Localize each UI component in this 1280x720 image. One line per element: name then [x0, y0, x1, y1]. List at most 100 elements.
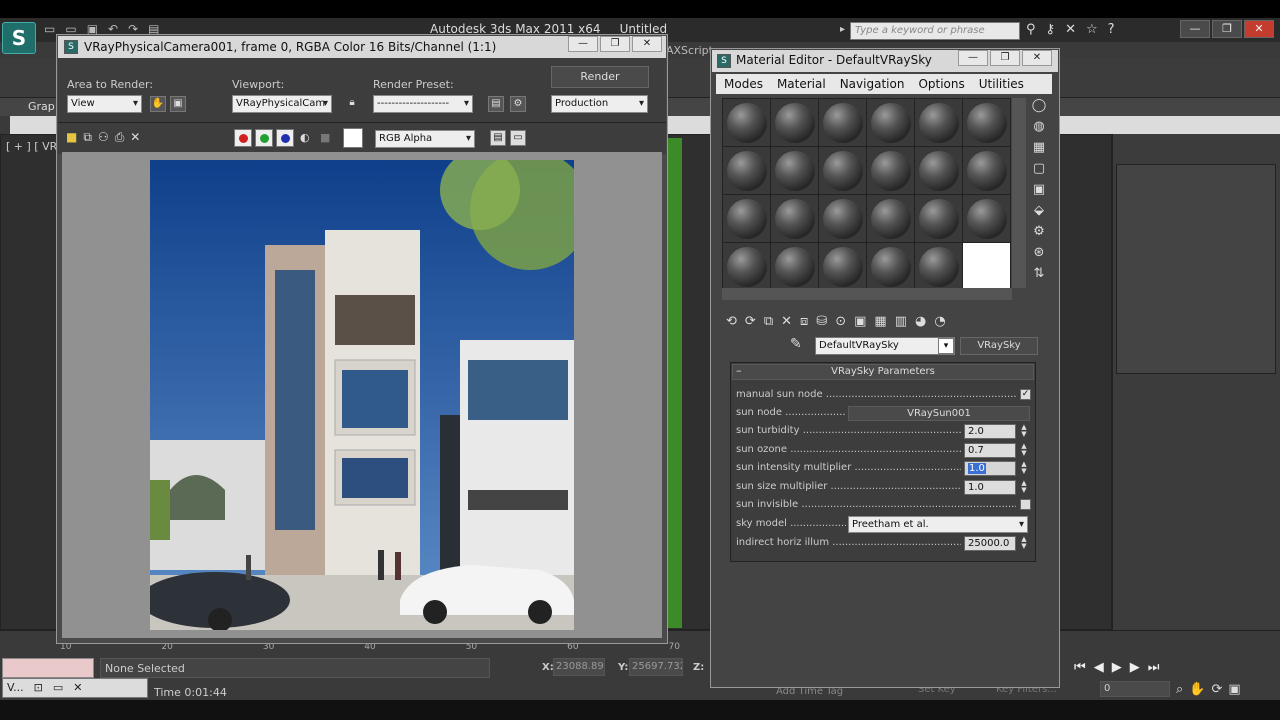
environment-icon[interactable]: ⚙	[510, 96, 526, 112]
material-slot[interactable]	[723, 195, 770, 242]
toggle-ui-overlay-icon[interactable]: ▤	[490, 130, 506, 146]
make-preview-icon[interactable]: ⬙	[1034, 203, 1044, 218]
close-button[interactable]: ✕	[1244, 20, 1274, 38]
spinner-icon[interactable]: ▲ ▼	[1019, 536, 1029, 551]
sun-node-button[interactable]: VRaySun001	[848, 406, 1030, 421]
viewport-label[interactable]: [ + ] [ VR	[6, 140, 57, 153]
minimize-button[interactable]: —	[1180, 20, 1210, 38]
star-icon[interactable]: ☆	[1086, 22, 1098, 37]
app-logo-icon[interactable]: S	[2, 22, 36, 54]
slot-scrollbar-horizontal[interactable]	[722, 288, 1012, 300]
material-slot[interactable]	[771, 243, 818, 290]
y-coordinate-field[interactable]: 25697.732	[629, 658, 683, 676]
clone-window-icon[interactable]: ⚇	[98, 130, 109, 145]
material-type-button[interactable]: VRaySky	[960, 337, 1038, 355]
sample-type-icon[interactable]: ◯	[1032, 98, 1047, 113]
sun-ozone-field[interactable]: 0.7	[964, 443, 1016, 458]
go-to-sibling-icon[interactable]: ◔	[934, 314, 945, 329]
material-slot[interactable]	[915, 243, 962, 290]
background-icon[interactable]: ▦	[1033, 140, 1045, 155]
go-to-parent-icon[interactable]: ▥	[895, 314, 907, 329]
material-slot[interactable]	[819, 243, 866, 290]
new-file-icon[interactable]: ▭	[44, 22, 55, 36]
maximize-viewport-icon[interactable]: ▣	[1228, 682, 1240, 697]
blue-channel-toggle[interactable]	[276, 129, 294, 147]
render-preset-dropdown[interactable]: --------------------	[373, 95, 473, 113]
material-name-dropdown-arrow[interactable]: ▾	[938, 338, 954, 354]
assign-to-selection-icon[interactable]: ⧉	[764, 314, 773, 329]
maximize-icon[interactable]: ▭	[53, 681, 63, 695]
red-channel-toggle[interactable]	[234, 129, 252, 147]
goto-end-icon[interactable]: ⏭	[1148, 660, 1160, 675]
menu-material[interactable]: Material	[777, 77, 826, 91]
sun-turbidity-field[interactable]: 2.0	[964, 424, 1016, 439]
swatch[interactable]	[343, 128, 363, 148]
toggle-ui-icon[interactable]: ▭	[510, 130, 526, 146]
material-slot[interactable]	[915, 99, 962, 146]
key-icon[interactable]: ⚷	[1046, 22, 1056, 37]
material-slot[interactable]	[723, 147, 770, 194]
pan-icon[interactable]: ✋	[1189, 682, 1205, 697]
show-end-result-icon[interactable]: ▦	[874, 314, 886, 329]
material-slot[interactable]	[867, 243, 914, 290]
material-slot[interactable]	[819, 195, 866, 242]
channel-display-dropdown[interactable]: RGB Alpha	[375, 130, 475, 148]
menu-utilities[interactable]: Utilities	[979, 77, 1024, 91]
material-slot[interactable]	[963, 147, 1010, 194]
select-by-material-icon[interactable]: ⊛	[1034, 245, 1045, 260]
sun-intensity-multiplier-field[interactable]: 1.0	[964, 461, 1016, 476]
video-color-check-icon[interactable]: ▣	[1033, 182, 1045, 197]
reset-map-icon[interactable]: ✕	[781, 314, 792, 329]
maxscript-listener-mini[interactable]	[2, 658, 94, 678]
slot-scrollbar-vertical[interactable]	[1012, 98, 1026, 288]
lock-icon[interactable]: 🔒︎	[344, 96, 360, 112]
material-map-navigator-icon[interactable]: ⇅	[1034, 266, 1045, 281]
material-slot[interactable]	[963, 195, 1010, 242]
material-editor-close[interactable]: ✕	[1022, 50, 1052, 66]
area-to-render-dropdown[interactable]: View	[67, 95, 142, 113]
sky-model-dropdown[interactable]: Preetham et al.	[848, 516, 1028, 533]
sun-invisible-checkbox[interactable]	[1020, 499, 1031, 510]
go-forward-sibling-icon[interactable]: ◕	[915, 314, 926, 329]
show-shaded-icon[interactable]: ▣	[854, 314, 866, 329]
monochrome-icon[interactable]: ■	[320, 131, 330, 144]
material-slot[interactable]	[963, 99, 1010, 146]
clear-icon[interactable]: ✕	[130, 130, 140, 145]
render-window-maximize[interactable]: ❐	[600, 36, 630, 52]
print-icon[interactable]: ⎙	[115, 130, 125, 145]
spinner-icon[interactable]: ▲ ▼	[1019, 480, 1029, 495]
save-image-icon[interactable]: ■	[66, 130, 77, 145]
current-frame-field[interactable]: 0	[1100, 681, 1170, 697]
menu-modes[interactable]: Modes	[724, 77, 763, 91]
render-button[interactable]: Render	[551, 66, 649, 88]
manual-sun-node-checkbox[interactable]: ✓	[1020, 389, 1031, 400]
material-editor-maximize[interactable]: ❐	[990, 50, 1020, 66]
options-icon[interactable]: ⚙	[1033, 224, 1045, 239]
material-slot[interactable]	[915, 195, 962, 242]
render-setup-icon[interactable]: ▤	[488, 96, 504, 112]
edit-region-icon[interactable]: ✋	[150, 96, 166, 112]
restore-icon[interactable]: ⊡	[34, 681, 43, 695]
zoom-icon[interactable]: ⌕	[1176, 682, 1183, 697]
spinner-icon[interactable]: ▲ ▼	[1019, 461, 1029, 476]
render-window-minimize[interactable]: —	[568, 36, 598, 52]
get-material-icon[interactable]: ⟲	[726, 314, 737, 329]
material-slot[interactable]	[723, 99, 770, 146]
sun-size-multiplier-field[interactable]: 1.0	[964, 480, 1016, 495]
play-icon[interactable]: ▶	[1112, 660, 1122, 675]
binoculars-icon[interactable]: ⚲	[1026, 22, 1036, 37]
alpha-toggle-icon[interactable]: ◐	[300, 131, 310, 144]
rollout-header[interactable]: VRaySky Parameters	[732, 364, 1034, 380]
spinner-icon[interactable]: ▲ ▼	[1019, 424, 1029, 439]
copy-image-icon[interactable]: ⧉	[83, 130, 92, 145]
prev-frame-icon[interactable]: ◀	[1094, 660, 1104, 675]
collapse-icon[interactable]: –	[736, 364, 742, 377]
next-frame-icon[interactable]: ▶	[1130, 660, 1140, 675]
material-slot[interactable]	[867, 99, 914, 146]
help-icon[interactable]: ?	[1108, 22, 1115, 37]
material-name-field[interactable]: DefaultVRaySky	[815, 337, 955, 355]
put-to-library-icon[interactable]: ⛁	[816, 314, 827, 329]
material-slot[interactable]	[771, 147, 818, 194]
ribbon-tab-graphite[interactable]: Grap	[28, 100, 55, 113]
goto-start-icon[interactable]: ⏮	[1074, 660, 1086, 675]
